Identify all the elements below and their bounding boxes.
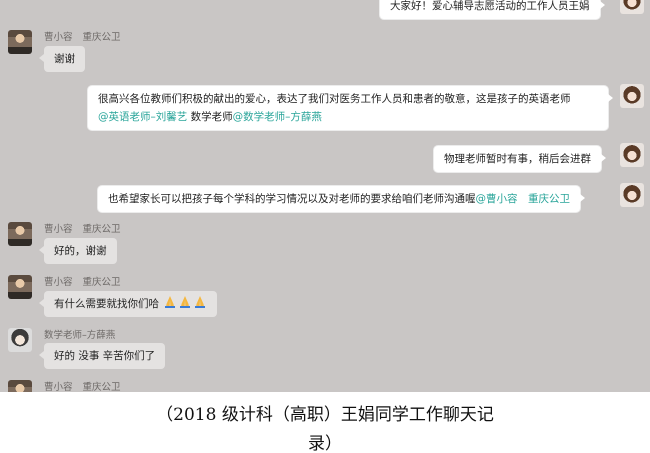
sender-group-role: 重庆公卫 [82, 224, 121, 235]
sender-group-role: 重庆公卫 [82, 382, 121, 392]
message-text: 谢谢 [54, 53, 75, 65]
folded-hands-emoji-icon [195, 296, 206, 308]
sender-name: 曹小容 重庆公卫 [44, 274, 121, 288]
avatar[interactable] [620, 84, 644, 108]
message-text: 也希望家长可以把孩子每个学科的学习情况以及对老师的要求给咱们老师沟通喔 [108, 193, 476, 205]
chat-window: 大家好！爱心辅导志愿活动的工作人员王娟 曹小容 重庆公卫 谢谢 很高兴各位教师们积… [0, 0, 650, 392]
mention-link[interactable]: @英语老师–刘馨艺 [98, 111, 187, 123]
sender-name: 曹小容 重庆公卫 [44, 221, 121, 235]
sender-name: 曹小容 重庆公卫 [44, 29, 121, 43]
avatar[interactable] [620, 183, 644, 207]
message-bubble[interactable]: 好的 没事 辛苦你们了 [38, 343, 166, 369]
message-text-fragment: 数学老师 [187, 111, 233, 123]
avatar[interactable] [8, 328, 32, 352]
sender-group-role: 重庆公卫 [82, 32, 121, 43]
sender-nickname: 曹小容 [44, 32, 73, 43]
sender-nickname: 曹小容 [44, 224, 73, 235]
message-bubble[interactable]: 也希望家长可以把孩子每个学科的学习情况以及对老师的要求给咱们老师沟通喔@曹小容 … [98, 186, 585, 212]
caption-line-1: （2018 级计科（高职）王娟同学工作聊天记 [156, 405, 494, 425]
mention-link[interactable]: @曹小容 重庆公卫 [476, 193, 571, 205]
sender-nickname: 曹小容 [44, 382, 73, 392]
message-bubble[interactable]: 谢谢 [39, 46, 85, 72]
sender-group-role: 重庆公卫 [82, 277, 121, 288]
message-bubble[interactable]: 很高兴各位教师们积极的献出的爱心，表达了我们对医务工作人员和患者的敬意，这是孩子… [88, 86, 613, 130]
message-bubble[interactable]: 好的，谢谢 [39, 238, 117, 264]
avatar[interactable] [8, 380, 32, 392]
caption-line-2: 录） [308, 434, 342, 453]
message-text: 大家好！爱心辅导志愿活动的工作人员王娟 [390, 0, 590, 12]
folded-hands-emoji-icon [180, 296, 191, 308]
message-text: 物理老师暂时有事，稍后会进群 [444, 153, 591, 165]
avatar[interactable] [8, 30, 32, 54]
message-text-line2: @英语老师–刘馨艺 数学老师@数学老师–方薛燕 [98, 108, 598, 126]
figure-caption: （2018 级计科（高职）王娟同学工作聊天记 录） [0, 400, 650, 453]
message-bubble[interactable]: 有什么需要就找你们哈 [38, 291, 218, 317]
message-text: 很高兴各位教师们积极的献出的爱心，表达了我们对医务工作人员和患者的敬意，这是孩子… [98, 93, 571, 105]
sender-nickname: 数学老师–方薛燕 [44, 330, 116, 341]
message-bubble[interactable]: 大家好！爱心辅导志愿活动的工作人员王娟 [380, 0, 604, 19]
folded-hands-emoji-icon [165, 296, 176, 308]
avatar[interactable] [620, 0, 644, 14]
message-text: 好的 没事 辛苦你们了 [54, 350, 156, 362]
avatar[interactable] [8, 222, 32, 246]
sender-name: 曹小容 重庆公卫 [44, 379, 121, 392]
avatar[interactable] [8, 275, 32, 299]
mention-link[interactable]: @数学老师–方薛燕 [233, 111, 322, 123]
avatar[interactable] [620, 143, 644, 167]
sender-name: 数学老师–方薛燕 [44, 327, 115, 341]
sender-nickname: 曹小容 [44, 277, 73, 288]
message-text: 好的，谢谢 [54, 245, 107, 257]
message-bubble[interactable]: 物理老师暂时有事，稍后会进群 [434, 146, 606, 172]
message-text: 有什么需要就找你们哈 [54, 298, 159, 310]
